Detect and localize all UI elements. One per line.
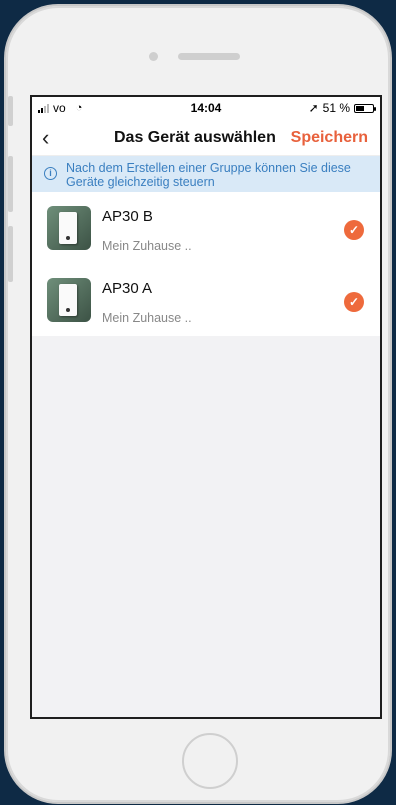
air-purifier-icon	[59, 212, 77, 244]
chevron-left-icon[interactable]: ‹	[42, 125, 49, 151]
home-button[interactable]	[182, 733, 238, 789]
navigation-bar: ‹ Das Gerät auswählen Speichern	[32, 119, 380, 156]
device-location: Mein Zuhause ..	[102, 239, 192, 253]
volume-down-button	[8, 226, 13, 282]
device-location: Mein Zuhause ..	[102, 311, 192, 325]
info-icon: i	[44, 167, 57, 180]
info-banner-text: Nach dem Erstellen einer Gruppe können S…	[66, 161, 351, 189]
volume-up-button	[8, 156, 13, 212]
earpiece-speaker	[178, 53, 240, 60]
device-item[interactable]: AP30 B Mein Zuhause .. ✓	[32, 192, 380, 264]
location-arrow-icon: ➚	[308, 101, 319, 115]
device-thumbnail	[47, 206, 91, 250]
device-name: AP30 A	[102, 280, 153, 297]
save-button[interactable]: Speichern	[291, 129, 368, 147]
device-list: AP30 B Mein Zuhause .. ✓ AP30 A Mein Zuh…	[32, 192, 380, 336]
device-name: AP30 B	[102, 208, 153, 225]
mute-switch	[8, 96, 13, 126]
device-thumbnail	[47, 278, 91, 322]
battery-icon	[354, 103, 376, 113]
device-item[interactable]: AP30 A Mein Zuhause .. ✓	[32, 264, 380, 336]
checkmark-icon[interactable]: ✓	[344, 220, 364, 240]
status-bar: vo ◔ 14:04 ➚ 51 %	[32, 97, 380, 119]
checkmark-icon[interactable]: ✓	[344, 292, 364, 312]
battery-percent: 51 %	[322, 101, 350, 115]
page-title: Das Gerät auswählen	[114, 129, 276, 146]
info-banner: i Nach dem Erstellen einer Gruppe können…	[32, 156, 380, 192]
air-purifier-icon	[59, 284, 77, 316]
app-screen: vo ◔ 14:04 ➚ 51 % ‹ Das Gerät auswählen …	[30, 95, 382, 719]
front-camera	[149, 52, 158, 61]
